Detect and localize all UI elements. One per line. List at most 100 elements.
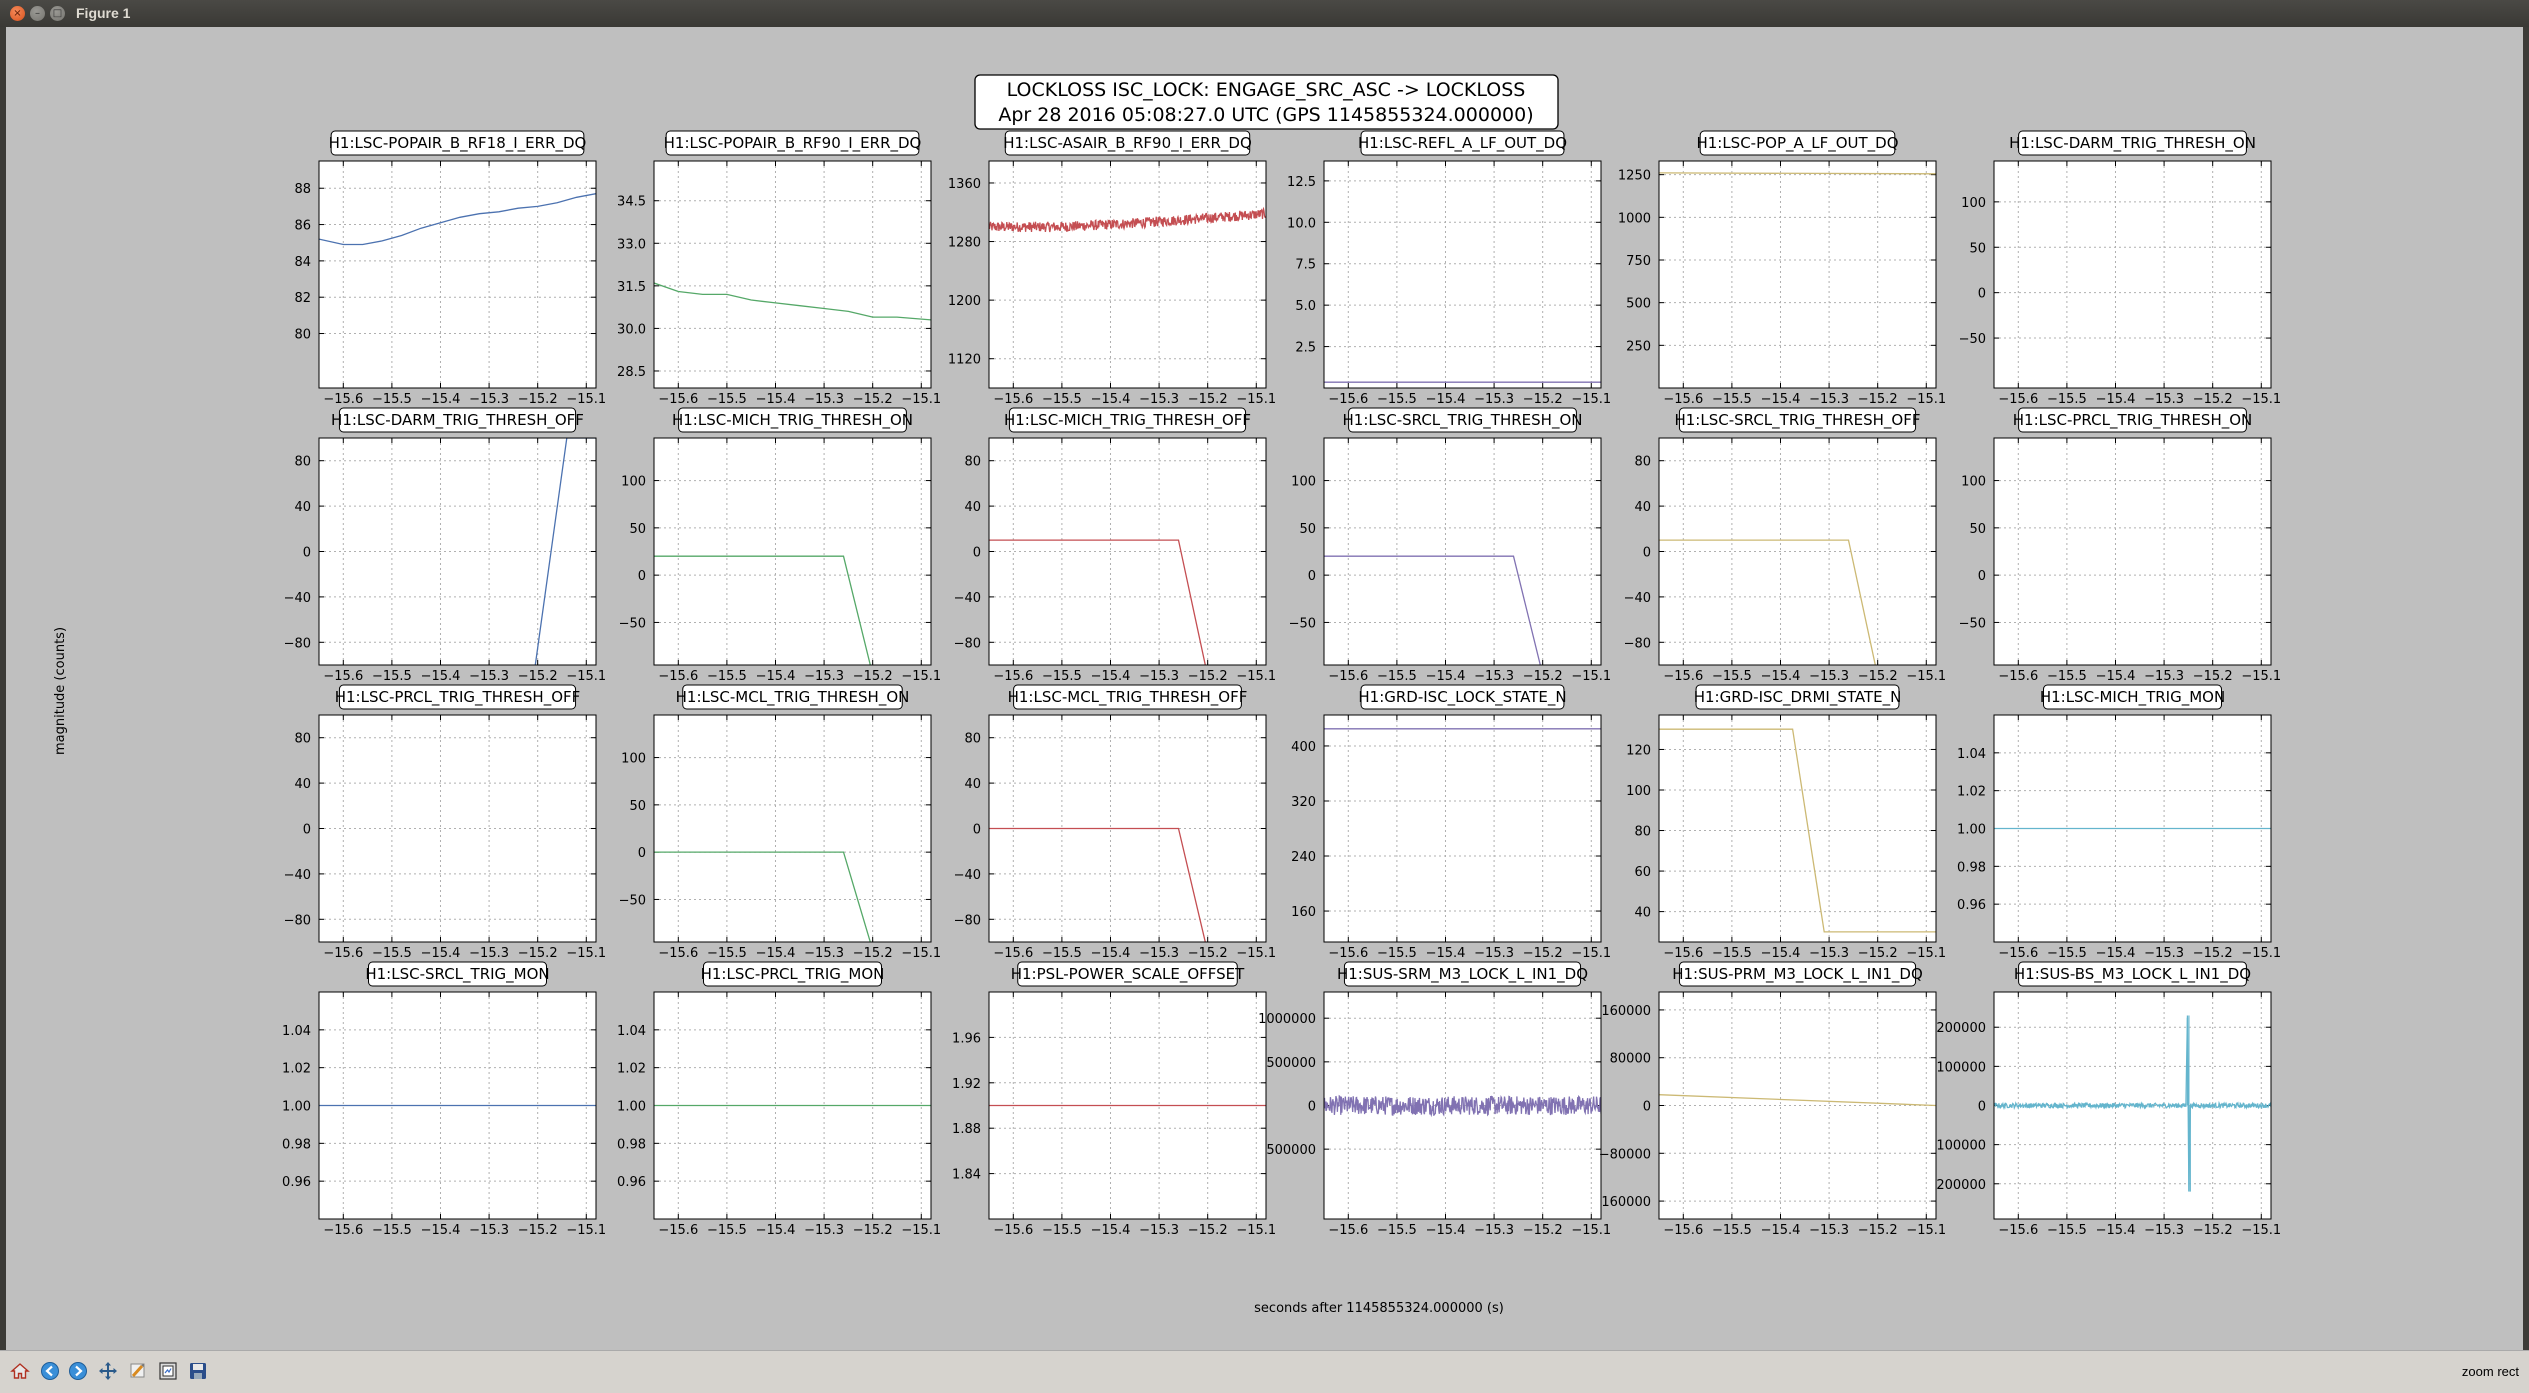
y-tick-label: 0	[973, 546, 981, 561]
x-tick-label: −15.5	[707, 669, 747, 684]
y-tick-label: 7.5	[1295, 258, 1316, 273]
y-tick-label: 31.5	[617, 280, 646, 295]
x-tick-label: −15.4	[2096, 1223, 2136, 1238]
y-tick-label: 1000	[1618, 211, 1651, 226]
x-tick-label: −15.3	[2144, 392, 2184, 407]
x-tick-label: −15.3	[1809, 1223, 1849, 1238]
zoom-button[interactable]	[126, 1359, 150, 1383]
x-tick-label: −15.4	[1426, 1223, 1466, 1238]
y-tick-label: 1120	[948, 353, 981, 368]
x-tick-label: −15.4	[2096, 392, 2136, 407]
subplot: −15.6 −15.5 −15.4 −15.3 −15.2 −15.1 −80 −40 0 40 8…	[284, 407, 606, 684]
x-tick-label: −15.5	[1377, 392, 1417, 407]
subplot-title: H1:LSC-MCL_TRIG_THRESH_OFF	[1008, 688, 1248, 707]
y-tick-label: −40	[1624, 591, 1651, 606]
x-tick-label: −15.4	[421, 669, 461, 684]
subplot: −15.6 −15.5 −15.4 −15.3 −15.2 −15.1 28.5 30.0 31…	[617, 130, 941, 407]
x-tick-label: −15.1	[1906, 1223, 1946, 1238]
x-tick-label: −15.5	[2047, 669, 2087, 684]
y-tick-label: −80	[284, 913, 311, 928]
y-tick-label: 0.98	[282, 1137, 311, 1152]
x-tick-label: −15.1	[1236, 669, 1276, 684]
x-tick-label: −15.4	[1426, 669, 1466, 684]
x-tick-label: −15.6	[658, 946, 698, 961]
x-tick-label: −15.6	[1663, 392, 1703, 407]
y-tick-label: 0	[1978, 569, 1986, 584]
x-tick-label: −15.3	[1809, 946, 1849, 961]
x-tick-label: −15.4	[2096, 946, 2136, 961]
y-tick-label: 0.98	[1957, 860, 1986, 875]
subplot-title: H1:LSC-SRCL_TRIG_MON	[365, 965, 549, 984]
y-tick-label: 160000	[1601, 1004, 1651, 1019]
y-tick-label: −50	[1959, 616, 1986, 631]
subplot-title: H1:LSC-MICH_TRIG_THRESH_ON	[672, 411, 913, 430]
x-tick-label: −15.2	[2193, 946, 2233, 961]
x-tick-label: −15.1	[1571, 946, 1611, 961]
y-tick-label: 50	[1969, 241, 1986, 256]
plot-area	[654, 438, 931, 665]
subplot-title: H1:LSC-ASAIR_B_RF90_I_ERR_DQ	[1003, 134, 1252, 153]
forward-button[interactable]	[66, 1359, 90, 1383]
subplot: −15.6 −15.5 −15.4 −15.3 −15.2 −15.1 −50 0 50 100 H…	[1289, 407, 1611, 684]
y-tick-label: 30.0	[617, 322, 646, 337]
x-tick-label: −15.2	[518, 669, 558, 684]
y-tick-label: 0	[1308, 1100, 1316, 1115]
y-tick-label: 50	[629, 799, 646, 814]
subplot: −15.6 −15.5 −15.4 −15.3 −15.2 −15.1 2.5 5.0 7.5 1…	[1287, 130, 1611, 407]
y-tick-label: 1200	[948, 294, 981, 309]
x-tick-label: −15.3	[1474, 392, 1514, 407]
maximize-window-button[interactable]: □	[50, 6, 65, 21]
back-button[interactable]	[38, 1359, 62, 1383]
y-tick-label: 1250	[1618, 169, 1651, 184]
x-tick-label: −15.6	[1998, 669, 2038, 684]
y-tick-label: 12.5	[1287, 175, 1316, 190]
subplot-title: H1:GRD-ISC_DRMI_STATE_N	[1694, 688, 1902, 707]
y-tick-label: 120	[1626, 743, 1651, 758]
subplot-title: H1:LSC-SRCL_TRIG_THRESH_OFF	[1674, 411, 1920, 430]
x-tick-label: −15.6	[1998, 392, 2038, 407]
y-tick-label: 1000000	[1258, 1012, 1316, 1027]
x-tick-label: −15.5	[1377, 946, 1417, 961]
x-tick-label: −15.5	[707, 946, 747, 961]
x-tick-label: −15.1	[2241, 1223, 2281, 1238]
x-tick-label: −15.5	[372, 1223, 412, 1238]
x-tick-label: −15.3	[804, 1223, 844, 1238]
y-tick-label: −80	[954, 636, 981, 651]
x-tick-label: −15.3	[804, 392, 844, 407]
x-tick-label: −15.6	[993, 392, 1033, 407]
subplot: −15.6 −15.5 −15.4 −15.3 −15.2 −15.1 80 82 84 86 88…	[294, 130, 606, 407]
close-window-button[interactable]: ×	[10, 6, 25, 21]
home-button[interactable]	[8, 1359, 32, 1383]
maximize-icon: □	[52, 7, 63, 19]
home-icon	[10, 1363, 30, 1379]
y-tick-label: 80000	[1610, 1052, 1651, 1067]
y-tick-label: 1.88	[952, 1122, 981, 1137]
y-tick-label: 60	[1634, 865, 1651, 880]
minimize-window-button[interactable]: –	[30, 6, 45, 21]
y-tick-label: 500000	[1266, 1143, 1316, 1158]
navigation-toolbar: zoom rect	[0, 1350, 2529, 1393]
status-message: zoom rect	[2461, 1364, 2519, 1379]
x-tick-label: −15.3	[469, 669, 509, 684]
window-title: Figure 1	[76, 5, 131, 21]
save-button[interactable]	[186, 1359, 210, 1383]
x-tick-label: −15.2	[518, 392, 558, 407]
forward-icon	[69, 1362, 87, 1380]
y-tick-label: −50	[619, 616, 646, 631]
y-tick-label: −50	[1289, 616, 1316, 631]
x-tick-label: −15.5	[1712, 946, 1752, 961]
subplot-title: H1:LSC-DARM_TRIG_THRESH_ON	[2009, 134, 2256, 153]
subplots-button[interactable]	[156, 1359, 180, 1383]
x-tick-label: −15.4	[756, 946, 796, 961]
x-tick-label: −15.6	[1663, 669, 1703, 684]
figure-canvas[interactable]: LOCKLOSS ISC_LOCK: ENGAGE_SRC_ASC -> LOC…	[6, 27, 2523, 1350]
subplot-title: H1:LSC-REFL_A_LF_OUT_DQ	[1358, 134, 1567, 153]
pan-button[interactable]	[96, 1359, 120, 1383]
x-tick-label: −15.3	[469, 1223, 509, 1238]
x-tick-label: −15.6	[1663, 1223, 1703, 1238]
subplot: −15.6 −15.5 −15.4 −15.3 −15.2 −15.1 1.84 1.88 1.…	[952, 961, 1276, 1238]
x-tick-label: −15.3	[1474, 669, 1514, 684]
subplot: −15.6 −15.5 −15.4 −15.3 −15.2 −15.1 1120 1200 12…	[948, 130, 1276, 407]
y-tick-label: 84	[294, 255, 311, 270]
x-tick-label: −15.2	[1858, 1223, 1898, 1238]
